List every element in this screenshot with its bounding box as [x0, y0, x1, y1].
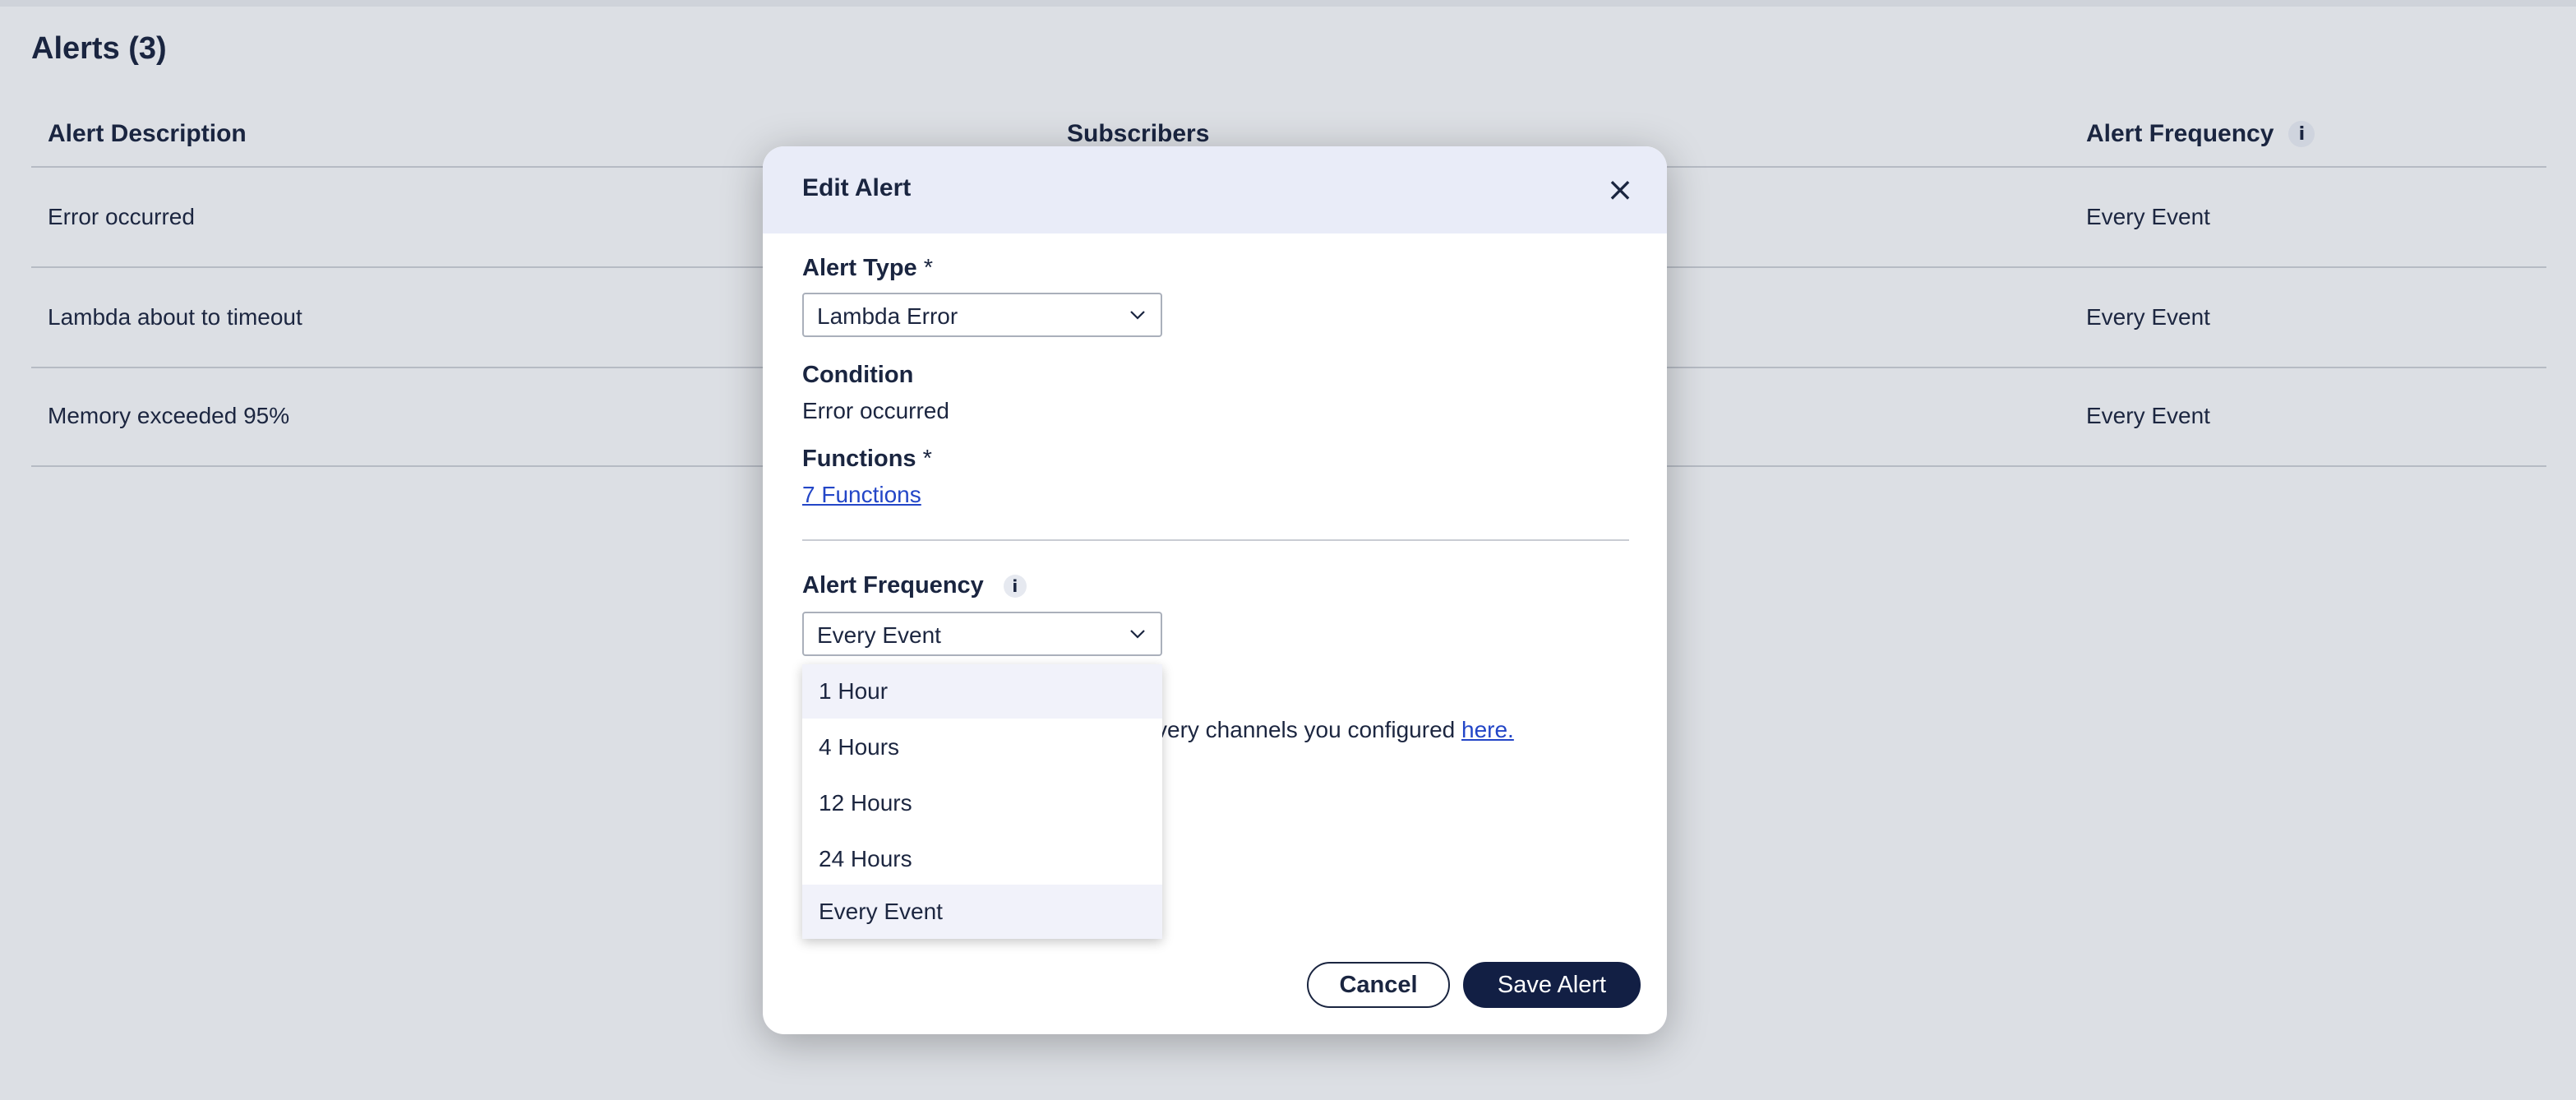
- section-divider: [802, 539, 1629, 541]
- here-link[interactable]: here.: [1461, 717, 1514, 742]
- required-mark: *: [923, 255, 934, 281]
- frequency-select[interactable]: Every Event: [802, 612, 1162, 656]
- frequency-value: Every Event: [817, 622, 941, 648]
- info-icon[interactable]: i: [1003, 575, 1027, 599]
- option-1-hour[interactable]: 1 Hour: [802, 664, 1162, 719]
- dialog-header: Edit Alert ×: [763, 146, 1667, 233]
- required-mark: *: [922, 446, 932, 472]
- option-4-hours[interactable]: 4 Hours: [802, 720, 1162, 774]
- column-header-frequency: Alert Frequency i: [2086, 120, 2315, 148]
- alert-type-select[interactable]: Lambda Error: [802, 293, 1162, 337]
- dialog-title: Edit Alert: [802, 174, 912, 201]
- top-border: [0, 0, 2576, 7]
- row-description: Lambda about to timeout: [48, 304, 302, 330]
- column-header-description: Alert Description: [48, 120, 247, 147]
- row-frequency: Every Event: [2086, 403, 2210, 428]
- cancel-button[interactable]: Cancel: [1307, 962, 1450, 1008]
- alert-type-label: Alert Type *: [802, 255, 933, 282]
- frequency-label: Alert Frequency i: [802, 572, 1027, 599]
- save-alert-button[interactable]: Save Alert: [1463, 962, 1641, 1008]
- close-icon[interactable]: ×: [1601, 171, 1639, 209]
- option-24-hours[interactable]: 24 Hours: [802, 832, 1162, 886]
- delivery-note-text: very channels you configured: [1156, 717, 1461, 742]
- row-frequency: Every Event: [2086, 304, 2210, 330]
- column-header-frequency-label: Alert Frequency: [2086, 120, 2274, 147]
- functions-link[interactable]: 7 Functions: [802, 482, 921, 508]
- row-description: Memory exceeded 95%: [48, 403, 290, 428]
- page-title: Alerts (3): [31, 31, 167, 66]
- frequency-label-text: Alert Frequency: [802, 572, 984, 599]
- chevron-down-icon: [1130, 311, 1145, 320]
- functions-label: Functions *: [802, 446, 932, 473]
- delivery-note: very channels you configured here.: [1156, 717, 1514, 743]
- row-frequency: Every Event: [2086, 204, 2210, 229]
- option-12-hours[interactable]: 12 Hours: [802, 776, 1162, 830]
- chevron-down-icon: [1130, 630, 1145, 639]
- row-description: Error occurred: [48, 204, 195, 229]
- condition-value: Error occurred: [802, 398, 949, 423]
- info-icon[interactable]: i: [2288, 121, 2315, 147]
- condition-label: Condition: [802, 362, 914, 388]
- edit-alert-dialog: Edit Alert × Alert Type * Lambda Error C…: [763, 146, 1667, 1034]
- frequency-options-menu: 1 Hour 4 Hours 12 Hours 24 Hours Every E…: [802, 664, 1162, 939]
- functions-label-text: Functions: [802, 446, 916, 472]
- column-header-subscribers: Subscribers: [1067, 120, 1210, 147]
- alert-type-value: Lambda Error: [817, 303, 958, 329]
- option-every-event[interactable]: Every Event: [802, 885, 1162, 939]
- alert-type-label-text: Alert Type: [802, 255, 917, 281]
